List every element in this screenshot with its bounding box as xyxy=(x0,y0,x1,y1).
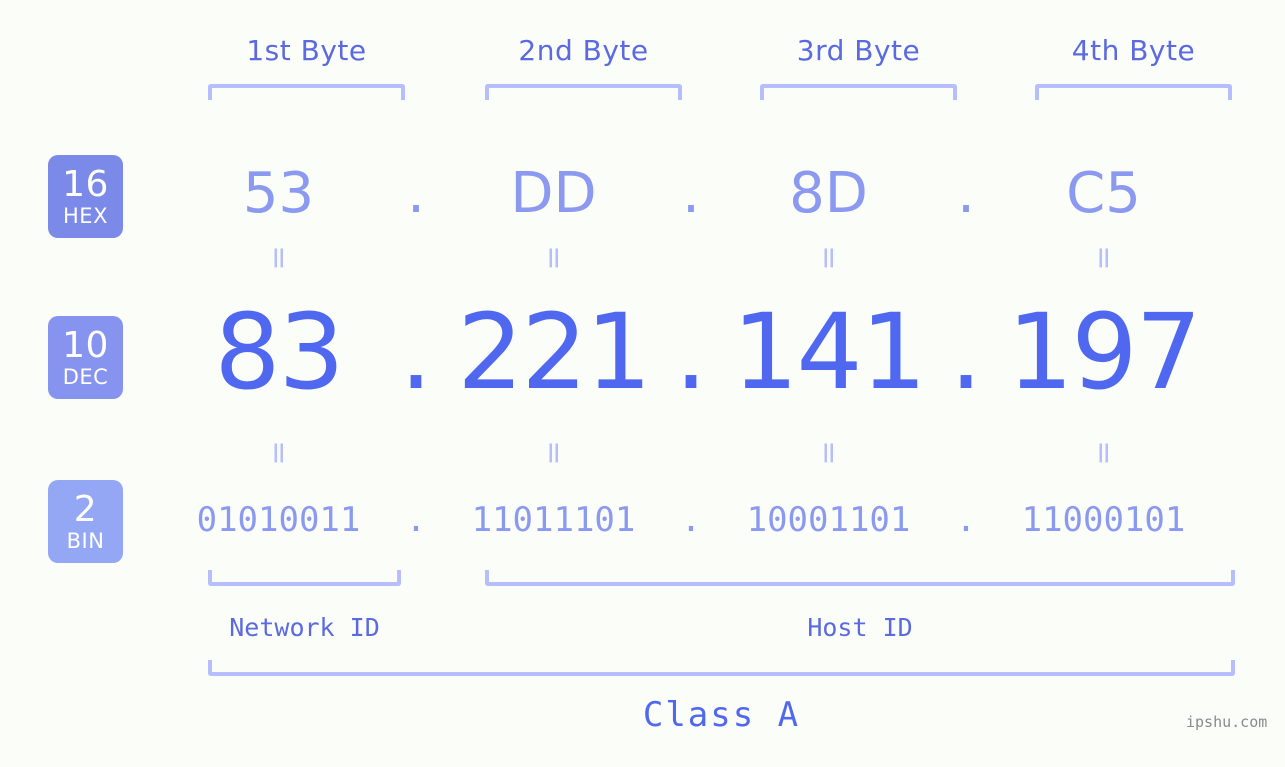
base-badge-bin-label: BIN xyxy=(66,528,105,553)
bin-octet-4: 11000101 xyxy=(1021,500,1186,540)
hex-separator-3: . xyxy=(957,160,975,226)
byte-header-3: 3rd Byte xyxy=(796,34,921,67)
equality-mark-hex-dec-3: = xyxy=(811,245,847,271)
hex-octet-2: DD xyxy=(510,160,597,226)
host-id-label: Host ID xyxy=(807,613,913,642)
class-bracket xyxy=(208,660,1235,676)
network-id-bracket xyxy=(208,570,401,586)
equality-mark-dec-bin-2: = xyxy=(536,440,572,466)
base-badge-dec-number: 10 xyxy=(62,324,109,366)
hex-octet-3: 8D xyxy=(789,160,868,226)
base-badge-hex[interactable]: 16 HEX xyxy=(48,155,123,238)
hex-octet-4: C5 xyxy=(1066,160,1141,226)
byte-bracket-2 xyxy=(485,84,682,100)
byte-bracket-1 xyxy=(208,84,405,100)
hex-separator-1: . xyxy=(407,160,425,226)
base-badge-dec[interactable]: 10 DEC xyxy=(48,316,123,399)
byte-bracket-3 xyxy=(760,84,957,100)
hex-octet-1: 53 xyxy=(242,160,315,226)
equality-mark-dec-bin-3: = xyxy=(811,440,847,466)
host-id-bracket xyxy=(485,570,1235,586)
class-label: Class A xyxy=(642,695,801,735)
base-badge-bin[interactable]: 2 BIN xyxy=(48,480,123,563)
bin-separator-3: . xyxy=(955,500,977,540)
dec-separator-2: . xyxy=(674,291,708,413)
equality-mark-dec-bin-1: = xyxy=(261,440,297,466)
byte-bracket-4 xyxy=(1035,84,1232,100)
dec-separator-3: . xyxy=(949,291,983,413)
equality-mark-dec-bin-4: = xyxy=(1086,440,1122,466)
network-id-label: Network ID xyxy=(229,613,380,642)
base-badge-hex-number: 16 xyxy=(62,163,109,205)
base-badge-hex-label: HEX xyxy=(63,203,108,228)
equality-row-dec-bin: = = = = xyxy=(180,438,1255,468)
bin-separator-1: . xyxy=(405,500,427,540)
dec-octet-3: 141 xyxy=(732,291,927,413)
dec-octet-row: 83 . 221 . 141 . 197 xyxy=(180,291,1255,413)
site-watermark: ipshu.com xyxy=(1186,713,1268,731)
byte-header-2: 2nd Byte xyxy=(518,34,649,67)
bin-separator-2: . xyxy=(680,500,702,540)
dec-separator-1: . xyxy=(399,291,433,413)
bin-octet-row: 01010011 . 11011101 . 10001101 . 1100010… xyxy=(180,492,1255,548)
equality-mark-hex-dec-2: = xyxy=(536,245,572,271)
equality-row-hex-dec: = = = = xyxy=(180,243,1255,273)
dec-octet-4: 197 xyxy=(1007,291,1202,413)
byte-header-1: 1st Byte xyxy=(246,34,367,67)
bin-octet-3: 10001101 xyxy=(746,500,911,540)
dec-octet-2: 221 xyxy=(457,291,652,413)
equality-mark-hex-dec-1: = xyxy=(261,245,297,271)
hex-separator-2: . xyxy=(682,160,700,226)
bin-octet-2: 11011101 xyxy=(471,500,636,540)
dec-octet-1: 83 xyxy=(214,291,344,413)
hex-octet-row: 53 . DD . 8D . C5 xyxy=(180,148,1255,238)
bin-octet-1: 01010011 xyxy=(196,500,361,540)
base-badge-dec-label: DEC xyxy=(62,364,109,389)
ip-address-breakdown-diagram: 1st Byte 2nd Byte 3rd Byte 4th Byte 16 H… xyxy=(0,0,1285,767)
byte-header-4: 4th Byte xyxy=(1071,34,1196,67)
equality-mark-hex-dec-4: = xyxy=(1086,245,1122,271)
base-badge-bin-number: 2 xyxy=(73,488,98,530)
